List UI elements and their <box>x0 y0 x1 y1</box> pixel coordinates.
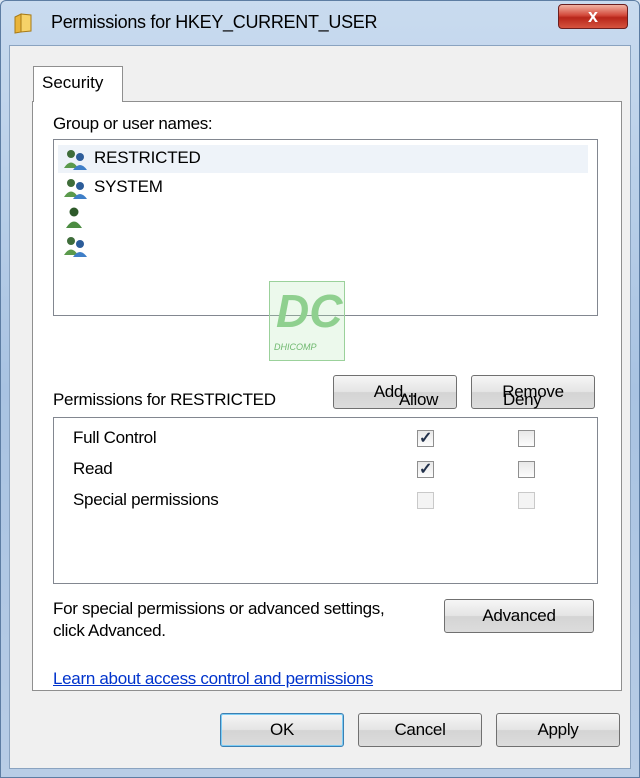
title-bar[interactable]: Permissions for HKEY_CURRENT_USER x <box>1 1 639 45</box>
watermark-logo: DC DHICOMP <box>269 281 345 361</box>
add-button[interactable]: Add... <box>333 375 457 409</box>
ok-button[interactable]: OK <box>220 713 344 747</box>
allow-checkbox[interactable]: ✓ <box>417 430 434 447</box>
allow-checkbox[interactable]: ✓ <box>417 461 434 478</box>
deny-header: Deny <box>503 390 542 409</box>
user-group-icon <box>64 179 87 199</box>
list-item-group[interactable] <box>58 232 588 260</box>
group-names-label: Group or user names: <box>53 114 213 133</box>
permissions-for-label: Permissions for RESTRICTED <box>53 390 276 409</box>
allow-header: Allow <box>399 390 439 409</box>
close-icon: x <box>587 6 598 26</box>
apply-button[interactable]: Apply <box>496 713 620 747</box>
checkmark-icon: ✓ <box>419 430 433 447</box>
security-panel: Group or user names: RESTRICTED SYSTEM A… <box>32 101 622 691</box>
tab-security[interactable]: Security <box>33 66 123 102</box>
folder-icon <box>14 13 32 34</box>
close-button[interactable]: x <box>558 4 628 29</box>
deny-checkbox[interactable] <box>518 430 535 447</box>
deny-checkbox <box>518 492 535 509</box>
permission-name: Special permissions <box>73 490 219 509</box>
watermark-letters: DC <box>276 285 343 337</box>
permissions-dialog: Permissions for HKEY_CURRENT_USER x Secu… <box>0 0 640 778</box>
window-title: Permissions for HKEY_CURRENT_USER <box>51 12 378 32</box>
tab-security-label: Security <box>42 73 104 92</box>
deny-checkbox[interactable] <box>518 461 535 478</box>
permission-name: Read <box>73 459 113 478</box>
list-item-name: RESTRICTED <box>94 148 201 167</box>
watermark-text: DHICOMP <box>274 342 317 352</box>
list-item-name: SYSTEM <box>94 177 163 196</box>
advanced-button[interactable]: Advanced <box>444 599 594 633</box>
list-item-system[interactable]: SYSTEM <box>58 174 588 202</box>
cancel-button[interactable]: Cancel <box>358 713 482 747</box>
access-control-help-link[interactable]: Learn about access control and permissio… <box>53 669 373 689</box>
user-group-icon <box>64 237 87 257</box>
allow-checkbox <box>417 492 434 509</box>
dialog-client: Security Group or user names: RESTRICTED <box>9 45 631 769</box>
user-group-icon <box>64 150 87 170</box>
checkmark-icon: ✓ <box>419 461 433 478</box>
permission-name: Full Control <box>73 428 157 447</box>
list-item-user[interactable] <box>58 203 588 231</box>
list-item-restricted[interactable]: RESTRICTED <box>58 145 588 173</box>
permissions-list: Full Control ✓ Read ✓ Special permission… <box>53 417 598 584</box>
user-icon <box>66 207 82 228</box>
advanced-help-line2: click Advanced. <box>53 621 166 640</box>
advanced-help-line1: For special permissions or advanced sett… <box>53 599 385 618</box>
